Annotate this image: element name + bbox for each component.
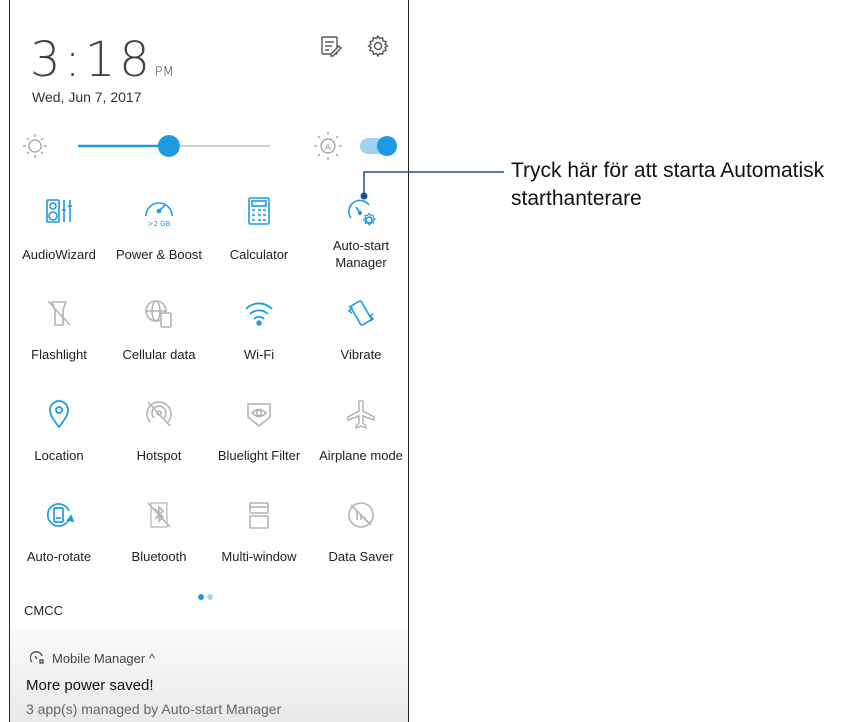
callout-line-1: Tryck här för att starta Automatisk: [511, 159, 825, 182]
callout-line-2: starthanterare: [511, 187, 642, 210]
callout-text: Tryck här för att starta Automatisk star…: [511, 157, 824, 213]
callout-leader-line: [360, 171, 504, 200]
